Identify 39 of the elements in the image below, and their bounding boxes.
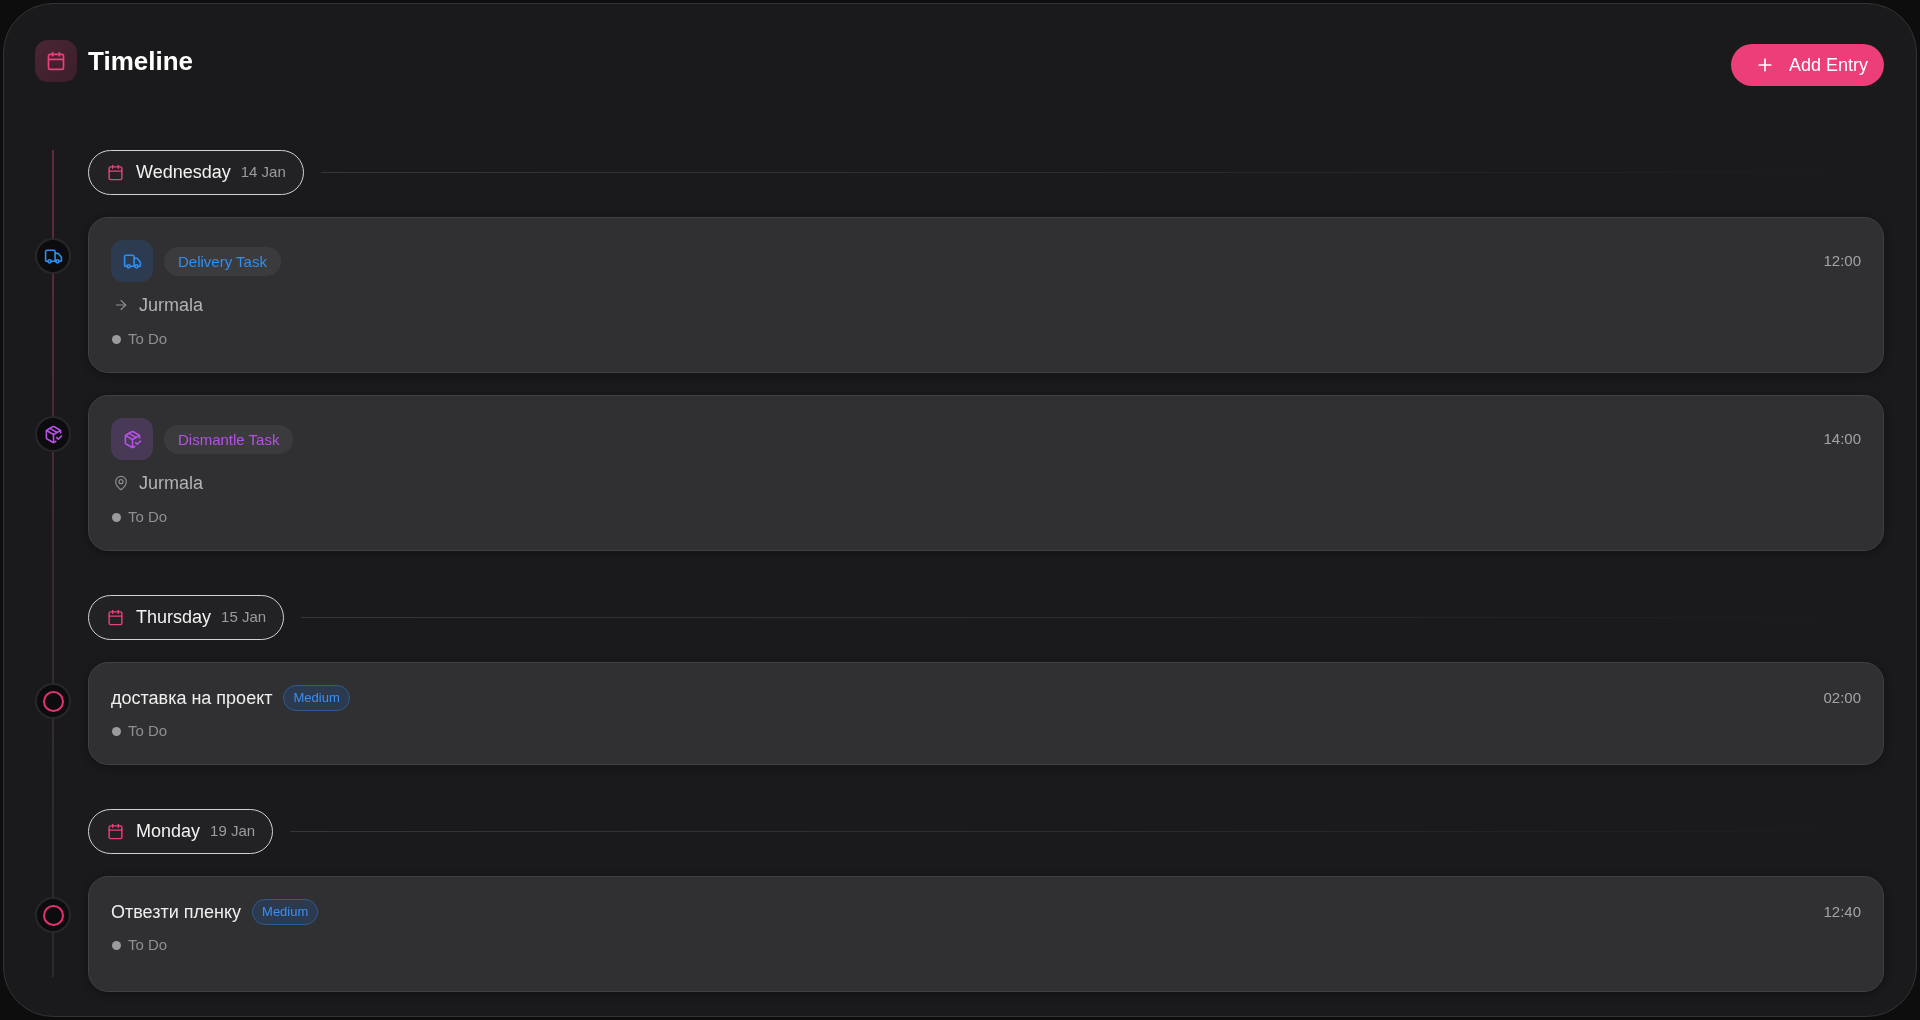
weekday-text: Wednesday xyxy=(136,161,231,184)
date-text: 14 Jan xyxy=(240,162,286,183)
package-check-icon xyxy=(111,418,153,460)
entry-time: 12:00 xyxy=(1823,250,1861,271)
ring-icon xyxy=(35,683,71,719)
date-text: 15 Jan xyxy=(221,607,267,628)
add-entry-button[interactable]: Add Entry xyxy=(1730,44,1884,86)
status-text: To Do xyxy=(128,329,168,349)
weekday-text: Monday xyxy=(136,820,201,843)
status-text: To Do xyxy=(128,935,168,955)
calendar-icon xyxy=(107,609,124,626)
task-title: Отвезти пленку xyxy=(111,901,242,924)
calendar-icon xyxy=(107,164,124,181)
calendar-icon xyxy=(107,823,124,840)
truck-icon xyxy=(111,240,153,282)
weekday-text: Thursday xyxy=(136,606,212,629)
page-title: Timeline xyxy=(88,44,193,78)
entry-time: 12:40 xyxy=(1823,901,1861,922)
ring-icon xyxy=(35,897,71,933)
task-card[interactable]: Dismantle Task 14:00 Jurmala To Do xyxy=(88,395,1884,551)
status-text: To Do xyxy=(128,507,168,527)
location-text: Jurmala xyxy=(139,294,204,317)
priority-badge: Medium xyxy=(283,685,350,711)
task-title: доставка на проект xyxy=(111,687,273,710)
priority-badge: Medium xyxy=(252,899,319,925)
truck-icon xyxy=(35,238,71,274)
type-badge: Delivery Task xyxy=(164,246,281,276)
task-card[interactable]: Отвезти пленку Medium 12:40 To Do xyxy=(88,876,1884,992)
location-text: Jurmala xyxy=(139,472,204,495)
entry-time: 02:00 xyxy=(1823,687,1861,708)
package-check-icon xyxy=(35,416,71,452)
calendar-icon xyxy=(35,40,77,82)
type-badge: Dismantle Task xyxy=(164,424,294,454)
map-pin-icon xyxy=(113,475,129,491)
status-text: To Do xyxy=(128,721,168,741)
date-text: 19 Jan xyxy=(210,821,256,842)
task-card[interactable]: доставка на проект Medium 02:00 To Do xyxy=(88,662,1884,765)
task-card[interactable]: Delivery Task 12:00 Jurmala To Do xyxy=(88,217,1884,373)
entry-time: 14:00 xyxy=(1823,428,1861,449)
